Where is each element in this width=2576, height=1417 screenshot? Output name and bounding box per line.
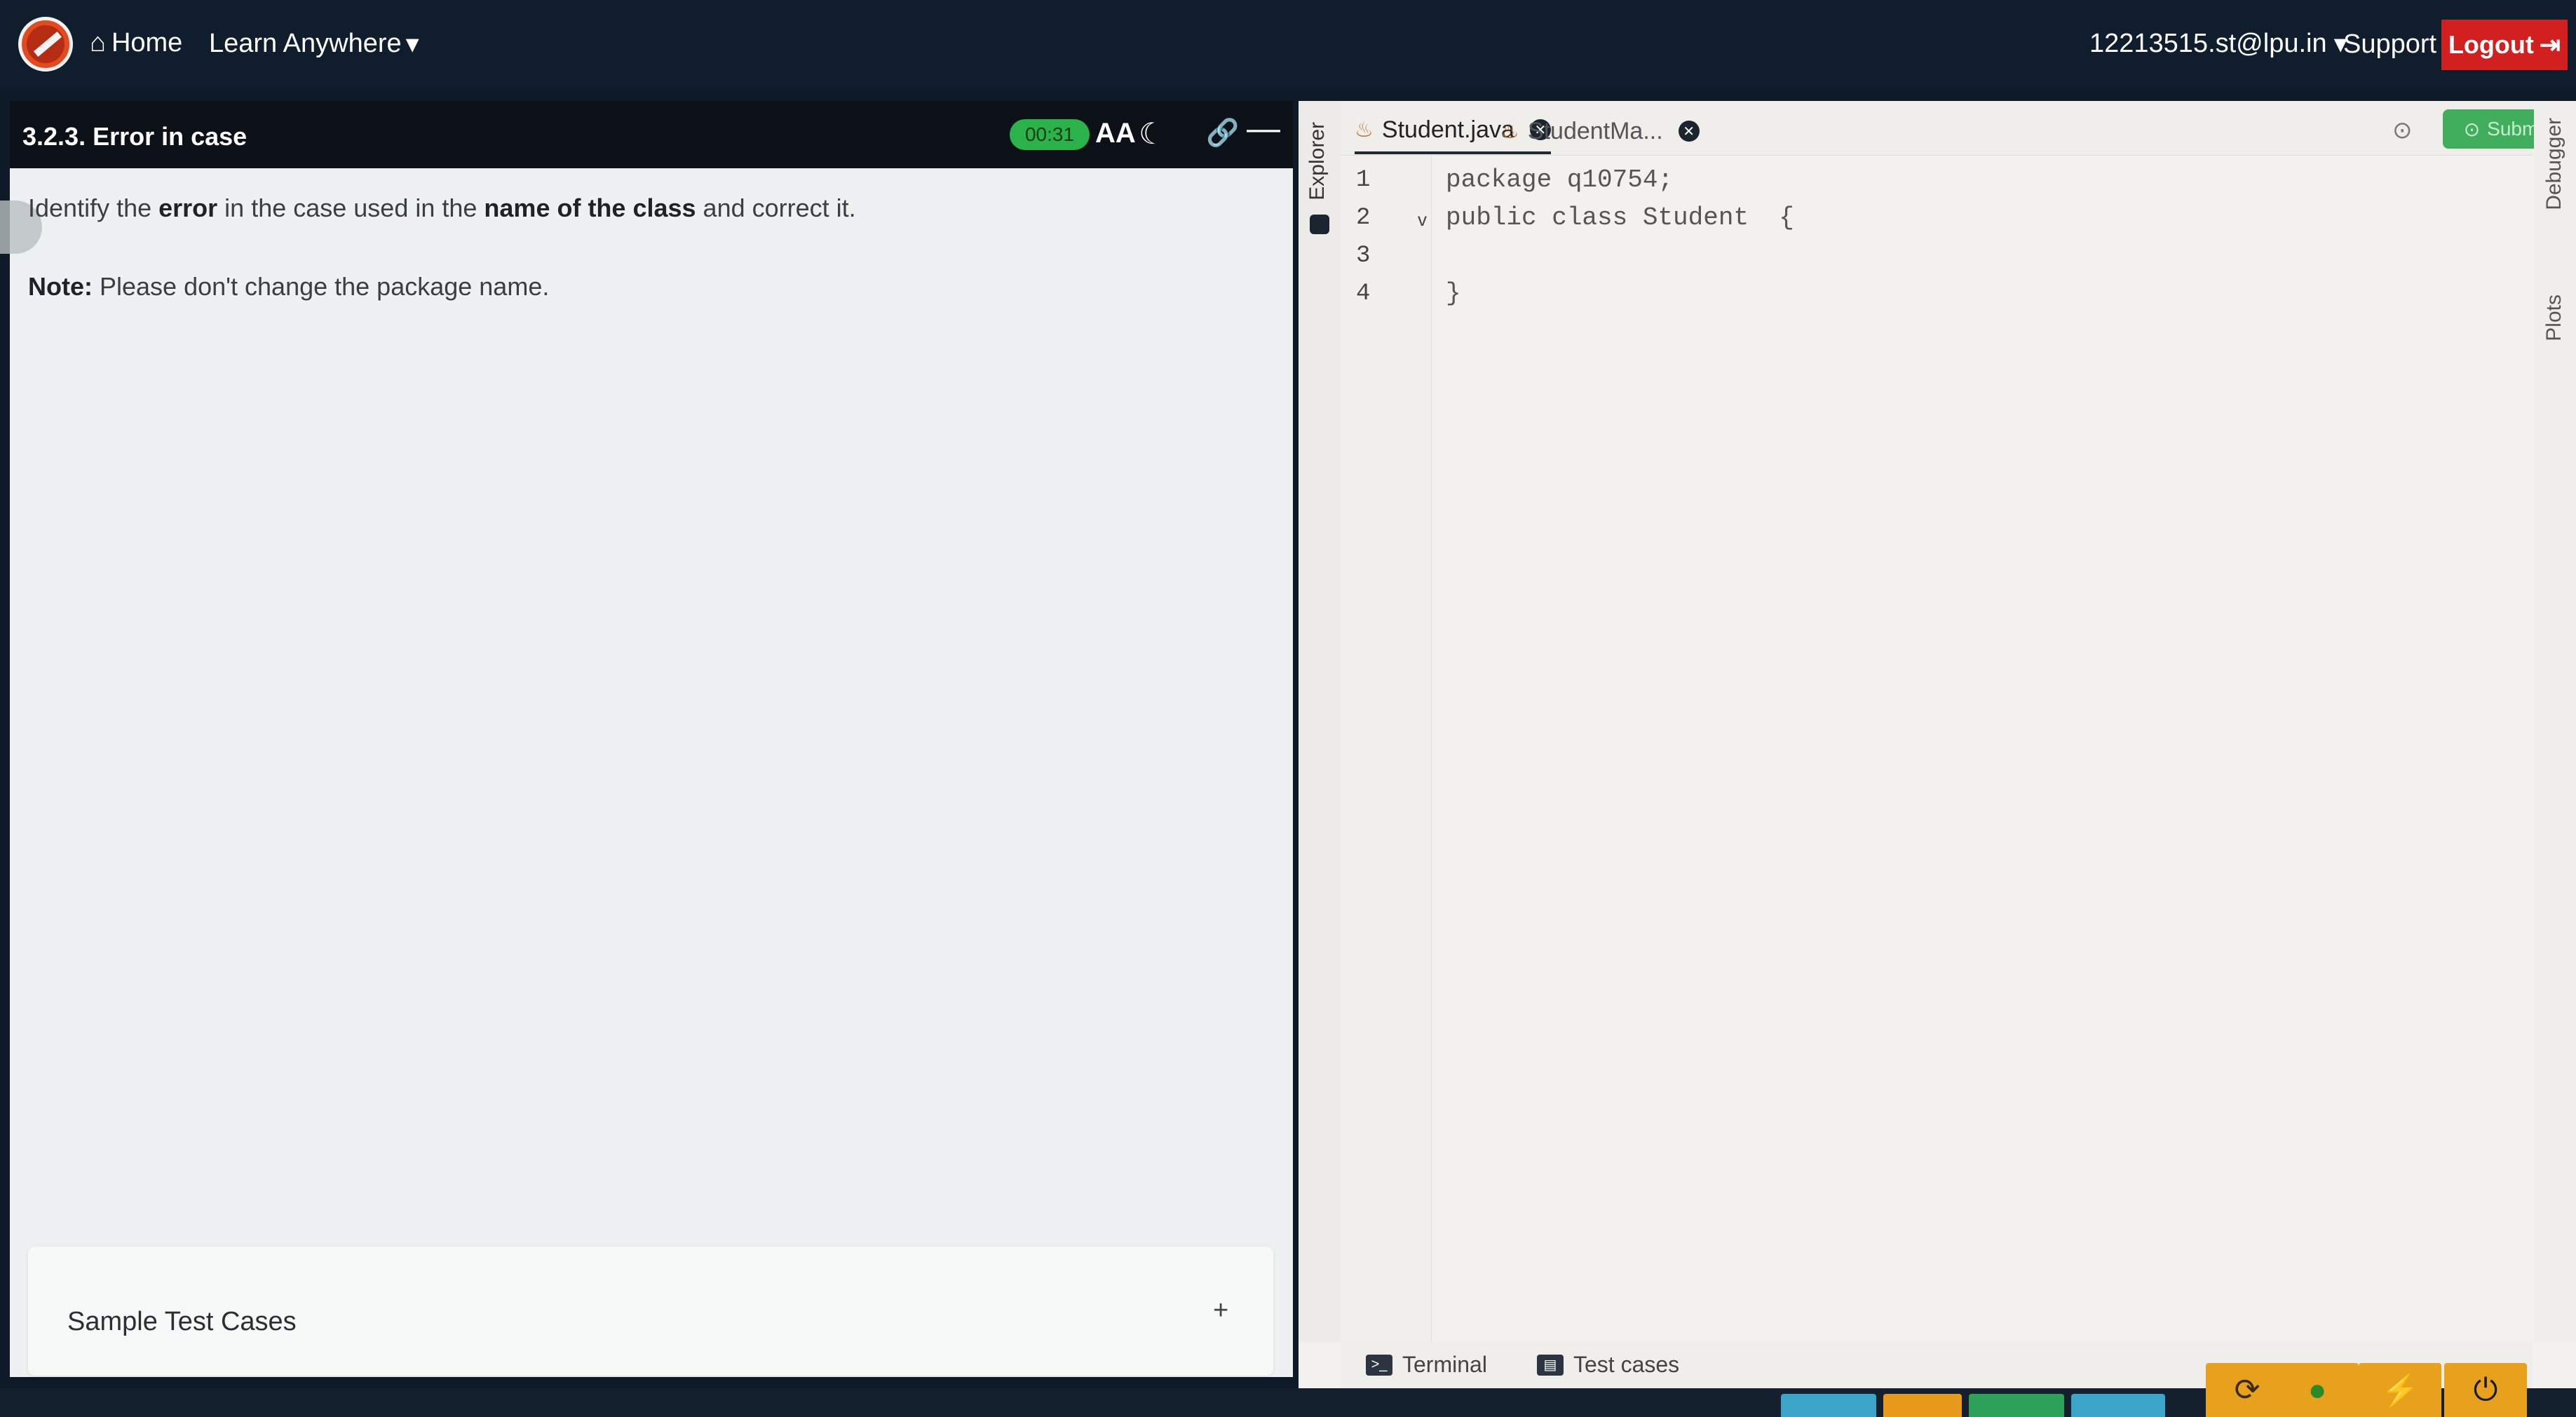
minimize-icon[interactable]: — bbox=[1247, 109, 1280, 148]
close-icon[interactable]: ✕ bbox=[1678, 121, 1700, 142]
editor-tab-bar: ♨ Student.java ✕ ♨ StudentMa... ✕ ⊙ ⊙ Su… bbox=[1341, 101, 2569, 156]
java-file-icon: ♨ bbox=[1500, 119, 1519, 143]
home-icon: ⌂ bbox=[90, 28, 106, 57]
question-text-part: in the case used in the bbox=[217, 194, 484, 222]
taskbar bbox=[0, 1388, 2576, 1417]
question-title: 3.2.3. Error in case bbox=[22, 122, 248, 151]
caret-down-icon: ▾ bbox=[405, 29, 419, 59]
question-panel: 3.2.3. Error in case 00:31 AA ☾ 🔗 — Iden… bbox=[0, 101, 1293, 1377]
user-menu-dropdown[interactable]: 12213515.st@lpu.in ▾ bbox=[2089, 28, 2347, 60]
support-link[interactable]: Support bbox=[2343, 29, 2436, 60]
nav-learn-anywhere-dropdown[interactable]: Learn Anywhere ▾ bbox=[209, 28, 419, 60]
question-header: 3.2.3. Error in case 00:31 AA ☾ 🔗 — bbox=[10, 101, 1293, 168]
test-cases-tab[interactable]: ▤ Test cases bbox=[1537, 1352, 1679, 1378]
explorer-label[interactable]: Explorer bbox=[1306, 122, 1329, 201]
taskbar-button[interactable] bbox=[1969, 1394, 2064, 1417]
terminal-tab[interactable]: >_ Terminal bbox=[1366, 1352, 1487, 1378]
top-navbar: ⌂ Home Learn Anywhere ▾ 12213515.st@lpu.… bbox=[0, 0, 2576, 88]
line-number: 1 bbox=[1356, 167, 1371, 194]
tab-label: Student.java bbox=[1381, 116, 1514, 143]
terminal-label: Terminal bbox=[1402, 1352, 1487, 1377]
sample-test-cases-card[interactable]: Sample Test Cases + bbox=[28, 1247, 1273, 1376]
plots-tab[interactable]: Plots bbox=[2542, 294, 2566, 341]
submit-icon: ⊙ bbox=[2463, 118, 2481, 140]
right-tool-sidebar: Debugger Plots bbox=[2534, 101, 2576, 1342]
timer-badge: 00:31 bbox=[1010, 119, 1090, 150]
user-email: 12213515.st@lpu.in bbox=[2089, 29, 2327, 58]
taskbar-button[interactable] bbox=[1781, 1394, 1876, 1417]
power-saving-icon[interactable]: ⚡ bbox=[2359, 1363, 2441, 1417]
line-number: 3 bbox=[1356, 243, 1371, 269]
note-label: Note: bbox=[28, 272, 93, 301]
fold-toggle-icon[interactable]: v bbox=[1418, 209, 1427, 231]
question-text-part: Identify the bbox=[28, 194, 159, 222]
tab-studentmain[interactable]: ♨ StudentMa... ✕ bbox=[1500, 108, 1700, 154]
expand-icon[interactable]: + bbox=[1213, 1296, 1228, 1326]
fold-gutter bbox=[1397, 156, 1432, 1342]
taskbar-button[interactable] bbox=[2071, 1394, 2165, 1417]
settings-icon[interactable]: ⊙ bbox=[2392, 116, 2413, 144]
logout-icon: ⇥ bbox=[2539, 30, 2561, 59]
java-file-icon: ♨ bbox=[1355, 118, 1374, 142]
sample-test-cases-label: Sample Test Cases bbox=[67, 1307, 297, 1336]
lpu-logo[interactable] bbox=[18, 17, 73, 72]
question-text-bold: error bbox=[158, 194, 218, 222]
note-text: Please don't change the package name. bbox=[93, 272, 550, 301]
code-line[interactable]: public class Student { bbox=[1446, 203, 1794, 232]
logout-label: Logout bbox=[2448, 30, 2534, 59]
dark-mode-icon[interactable]: ☾ bbox=[1139, 116, 1165, 151]
explorer-sidebar[interactable]: Explorer bbox=[1299, 101, 1341, 1342]
question-text-bold: name of the class bbox=[484, 194, 696, 222]
font-size-icon[interactable]: AA bbox=[1095, 118, 1136, 149]
code-line[interactable]: package q10754; bbox=[1446, 165, 1673, 194]
editor-panel: Explorer ♨ Student.java ✕ ♨ StudentMa...… bbox=[1299, 101, 2576, 1388]
line-number-gutter bbox=[1341, 156, 1397, 1342]
link-icon[interactable]: 🔗 bbox=[1206, 118, 1239, 149]
terminal-icon: >_ bbox=[1366, 1354, 1392, 1376]
line-number: 2 bbox=[1356, 205, 1371, 231]
logout-button[interactable]: Logout ⇥ bbox=[2441, 20, 2568, 70]
test-cases-label: Test cases bbox=[1573, 1352, 1680, 1377]
chat-icon[interactable]: ● bbox=[2276, 1363, 2359, 1417]
code-line[interactable]: } bbox=[1446, 279, 1461, 308]
question-text: Identify the error in the case used in t… bbox=[28, 194, 856, 223]
test-cases-icon: ▤ bbox=[1537, 1354, 1564, 1376]
question-text-part: and correct it. bbox=[696, 194, 856, 222]
nav-home-link[interactable]: ⌂ Home bbox=[90, 28, 182, 58]
debugger-tab[interactable]: Debugger bbox=[2542, 118, 2566, 210]
taskbar-button[interactable] bbox=[1883, 1394, 1962, 1417]
line-number: 4 bbox=[1356, 280, 1371, 307]
nav-home-label: Home bbox=[111, 28, 183, 57]
question-note: Note: Please don't change the package na… bbox=[28, 272, 549, 301]
power-icon[interactable]: ⏻ bbox=[2444, 1363, 2527, 1417]
nav-learn-label: Learn Anywhere bbox=[209, 29, 402, 58]
database-icon[interactable] bbox=[1310, 215, 1329, 234]
tab-label: StudentMa... bbox=[1527, 117, 1663, 144]
